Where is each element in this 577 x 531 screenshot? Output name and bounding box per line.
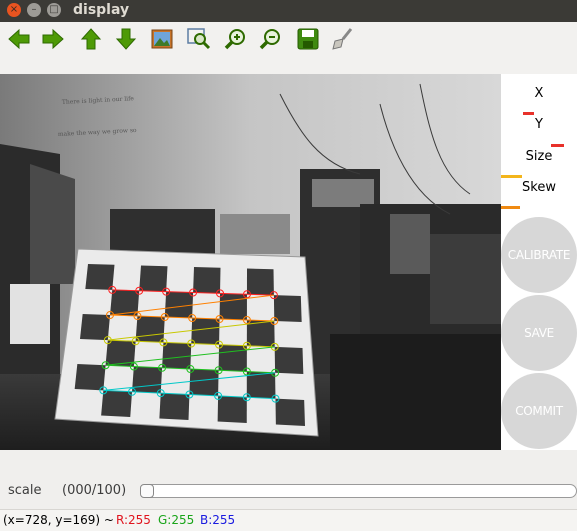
checker-square [74,364,106,391]
status-blue-value: B:255 [200,513,236,527]
checker-square [219,293,247,320]
arrow-right-icon[interactable] [40,26,66,52]
toolbar [0,22,577,74]
checker-square [80,314,111,341]
skew-progress-bar [501,175,522,178]
maximize-window-button[interactable]: □ [47,3,61,17]
checkerboard-target [54,248,319,437]
commit-button[interactable]: COMMIT [501,373,577,449]
status-green-value: G:255 [158,513,195,527]
status-bar: (x=728, y=169) ~ R:255 G:255 B:255 [0,509,577,531]
zoom-region-icon[interactable] [186,26,212,52]
arrow-left-icon[interactable] [6,26,32,52]
checker-square [139,265,168,292]
scale-slider-handle[interactable] [140,484,154,498]
brush-icon[interactable] [330,26,356,52]
checker-square [275,398,305,426]
arrow-down-icon[interactable] [113,26,139,52]
scale-label: scale [8,483,42,498]
minimize-window-button[interactable]: – [27,3,41,17]
skew-label: Skew [522,180,556,195]
checker-square [218,344,247,372]
zoom-in-icon[interactable] [223,26,249,52]
y-progress-bar [523,112,534,115]
size-progress-bar [551,144,564,147]
checker-square [191,318,220,345]
checker-square [162,342,192,369]
status-coords: (x=728, y=169) ~ [3,513,114,527]
close-window-button[interactable]: × [7,3,21,17]
y-label: Y [535,117,543,132]
checker-square [159,393,190,420]
checker-square [189,369,219,396]
window-title: display [73,2,130,18]
checker-square [273,295,302,322]
checker-square [246,268,274,296]
size-label: Size [525,149,553,164]
status-red-value: R:255 [116,513,151,527]
image-icon[interactable] [149,26,175,52]
save-icon[interactable] [295,26,321,52]
checker-square [217,395,247,423]
skew-secondary-progress-bar [501,206,520,209]
x-label: X [534,86,544,101]
checker-square [164,291,194,318]
checker-square [274,346,304,374]
title-bar: × – □ display [0,0,577,22]
checker-square [85,264,115,290]
save-button[interactable]: SAVE [501,295,577,371]
calibrate-button[interactable]: CALIBRATE [501,217,577,293]
spacer [0,450,577,478]
checker-square [193,267,221,294]
checker-square [132,366,163,394]
scale-value: (000/100) [62,483,127,498]
scale-slider[interactable] [140,484,577,498]
checker-square [135,316,165,343]
zoom-out-icon[interactable] [258,26,284,52]
checker-square [101,390,133,417]
arrow-up-icon[interactable] [78,26,104,52]
camera-image[interactable]: There is light in our life make the way … [0,74,501,450]
